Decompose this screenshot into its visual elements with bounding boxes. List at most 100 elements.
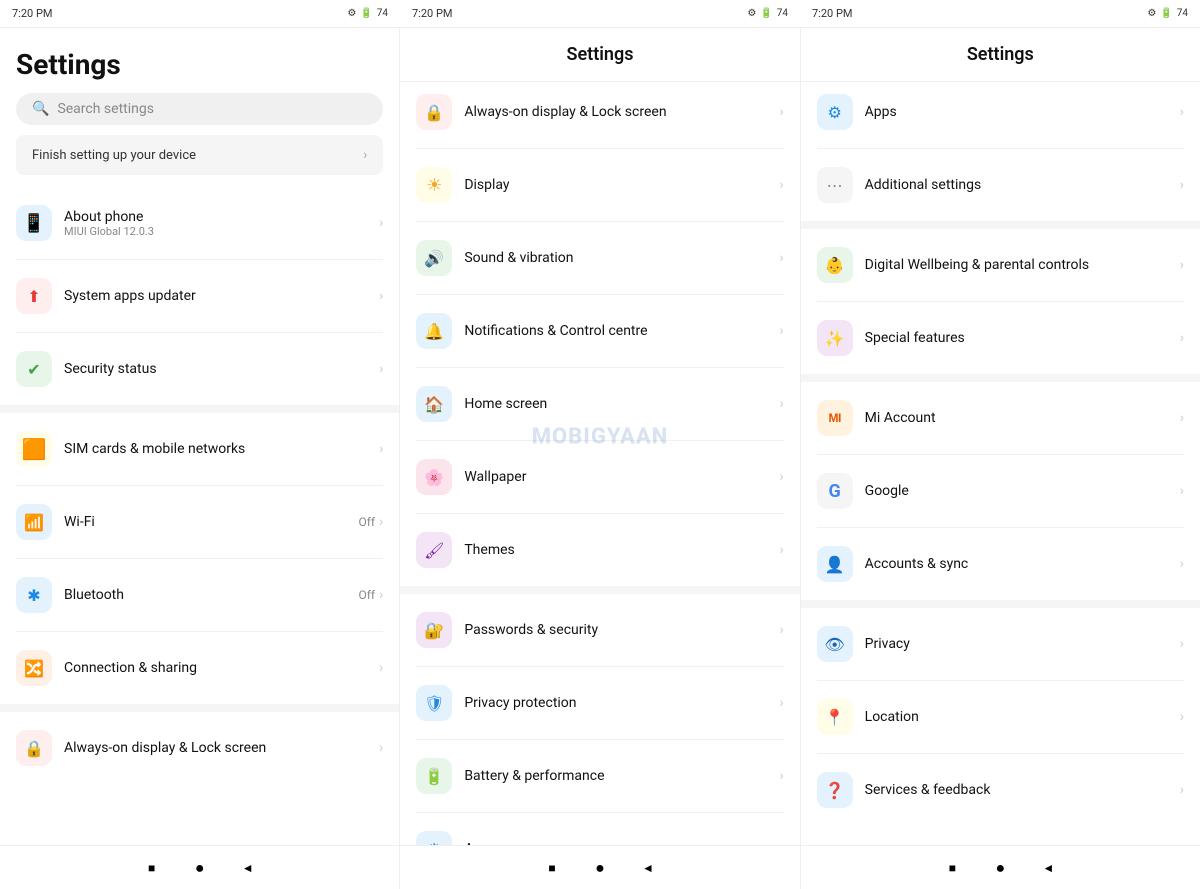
section-divider: [801, 600, 1200, 608]
notifications-text: Notifications & Control centre: [464, 323, 779, 339]
bottom-nav-1: ■ ● ◄: [0, 846, 400, 889]
list-item[interactable]: ✨ Special features ›: [801, 308, 1200, 368]
panel-settings-main: Settings 🔍 Search settings Finish settin…: [0, 28, 400, 845]
battery-icon-1: 🔋: [360, 8, 372, 19]
panel-settings-3: Settings ⚙ Apps › ⋯ Additional settings …: [801, 28, 1200, 845]
status-icons-2: ⚙ 🔋 74: [747, 8, 788, 19]
sim-text: SIM cards & mobile networks: [64, 441, 379, 457]
apps-label-p2: Apps: [464, 841, 779, 845]
connection-label: Connection & sharing: [64, 660, 379, 676]
passwords-icon: 🔐: [416, 612, 452, 648]
chevron-right-icon: ›: [379, 740, 383, 756]
list-item[interactable]: ✱ Bluetooth Off ›: [0, 565, 399, 625]
additional-p3-text: Additional settings: [865, 177, 1180, 193]
finish-setup-chevron-icon: ›: [363, 147, 367, 163]
system-updater-icon: ⬆: [16, 278, 52, 314]
privacy-label: Privacy: [865, 636, 1180, 652]
list-item[interactable]: MI Mi Account ›: [801, 388, 1200, 448]
apps-p3-text: Apps: [865, 104, 1180, 120]
list-item[interactable]: 🔊 Sound & vibration ›: [400, 228, 799, 288]
nav-home-button-3[interactable]: ●: [990, 858, 1010, 878]
themes-text: Themes: [464, 542, 779, 558]
panel2-content: 🔒 Always-on display & Lock screen › ☀ Di…: [400, 82, 799, 845]
status-panel-2: 7:20 PM ⚙ 🔋 74: [400, 0, 800, 27]
list-item[interactable]: ❓ Services & feedback ›: [801, 760, 1200, 820]
list-item[interactable]: 🔒 Always-on display & Lock screen ›: [400, 82, 799, 142]
wallpaper-text: Wallpaper: [464, 469, 779, 485]
privacy-icon: 👁: [817, 626, 853, 662]
divider: [416, 739, 783, 740]
system-updater-label: System apps updater: [64, 288, 379, 304]
list-item[interactable]: 🔔 Notifications & Control centre ›: [400, 301, 799, 361]
list-item[interactable]: 🟧 SIM cards & mobile networks ›: [0, 419, 399, 479]
battery-text: Battery & performance: [464, 768, 779, 784]
list-item[interactable]: 👤 Accounts & sync ›: [801, 534, 1200, 594]
about-phone-sublabel: MIUI Global 12.0.3: [64, 225, 379, 238]
list-item[interactable]: 📱 About phone MIUI Global 12.0.3 ›: [0, 193, 399, 253]
list-item[interactable]: G Google ›: [801, 461, 1200, 521]
list-item[interactable]: 👶 Digital Wellbeing & parental controls …: [801, 235, 1200, 295]
list-item[interactable]: 🔀 Connection & sharing ›: [0, 638, 399, 698]
list-item[interactable]: ⚙ Apps ›: [400, 819, 799, 845]
gear-icon-1: ⚙: [347, 8, 356, 19]
google-text: Google: [865, 483, 1180, 499]
finish-setup-button[interactable]: Finish setting up your device ›: [16, 135, 383, 175]
bottom-nav-3: ■ ● ◄: [801, 846, 1200, 889]
list-item[interactable]: 🛡 Privacy protection ›: [400, 673, 799, 733]
chevron-right-icon: ›: [779, 622, 783, 638]
chevron-right-icon: ›: [779, 323, 783, 339]
list-item[interactable]: 🔐 Passwords & security ›: [400, 600, 799, 660]
nav-home-button-2[interactable]: ●: [590, 858, 610, 878]
chevron-right-icon: ›: [779, 768, 783, 784]
wellbeing-label: Digital Wellbeing & parental controls: [865, 257, 1180, 273]
list-item[interactable]: 📍 Location ›: [801, 687, 1200, 747]
chevron-right-icon: ›: [779, 104, 783, 120]
list-item[interactable]: 📶 Wi-Fi Off ›: [0, 492, 399, 552]
chevron-right-icon: ›: [1180, 483, 1184, 499]
list-item[interactable]: 🔒 Always-on display & Lock screen ›: [0, 718, 399, 778]
notifications-label: Notifications & Control centre: [464, 323, 779, 339]
accounts-text: Accounts & sync: [865, 556, 1180, 572]
location-text: Location: [865, 709, 1180, 725]
section-divider: [400, 586, 799, 594]
search-bar[interactable]: 🔍 Search settings: [16, 93, 383, 125]
divider: [416, 513, 783, 514]
list-item[interactable]: 👁 Privacy ›: [801, 614, 1200, 674]
list-item[interactable]: ☀ Display ›: [400, 155, 799, 215]
divider: [16, 485, 383, 486]
list-item[interactable]: 🔋 Battery & performance ›: [400, 746, 799, 806]
section-divider: [801, 374, 1200, 382]
list-item[interactable]: ⋯ Additional settings ›: [801, 155, 1200, 215]
chevron-right-icon: ›: [379, 288, 383, 304]
security-label: Security status: [64, 361, 379, 377]
services-label: Services & feedback: [865, 782, 1180, 798]
divider: [16, 259, 383, 260]
mi-account-text: Mi Account: [865, 410, 1180, 426]
finish-setup-label: Finish setting up your device: [32, 148, 196, 163]
list-item[interactable]: ✔ Security status ›: [0, 339, 399, 399]
battery-level-2: 74: [777, 8, 788, 19]
chevron-right-icon: ›: [779, 177, 783, 193]
nav-back-button-3[interactable]: ◄: [1038, 858, 1058, 878]
passwords-text: Passwords & security: [464, 622, 779, 638]
divider: [416, 440, 783, 441]
list-item[interactable]: ⚙ Apps ›: [801, 82, 1200, 142]
nav-recent-button-2[interactable]: ■: [542, 858, 562, 878]
nav-recent-button[interactable]: ■: [142, 858, 162, 878]
themes-icon: 🖌: [416, 532, 452, 568]
list-item[interactable]: 🖌 Themes ›: [400, 520, 799, 580]
apps-text-p2: Apps: [464, 841, 779, 845]
apps-icon-p2: ⚙: [416, 831, 452, 845]
nav-recent-button-3[interactable]: ■: [942, 858, 962, 878]
nav-back-button[interactable]: ◄: [238, 858, 258, 878]
list-item[interactable]: ⬆ System apps updater ›: [0, 266, 399, 326]
nav-home-button[interactable]: ●: [190, 858, 210, 878]
nav-back-button-2[interactable]: ◄: [638, 858, 658, 878]
list-item[interactable]: 🌸 Wallpaper ›: [400, 447, 799, 507]
google-icon: G: [817, 473, 853, 509]
sim-label: SIM cards & mobile networks: [64, 441, 379, 457]
divider: [416, 294, 783, 295]
panel3-title: Settings: [801, 28, 1200, 82]
list-item[interactable]: 🏠 Home screen ›: [400, 374, 799, 434]
chevron-right-icon: ›: [1180, 330, 1184, 346]
